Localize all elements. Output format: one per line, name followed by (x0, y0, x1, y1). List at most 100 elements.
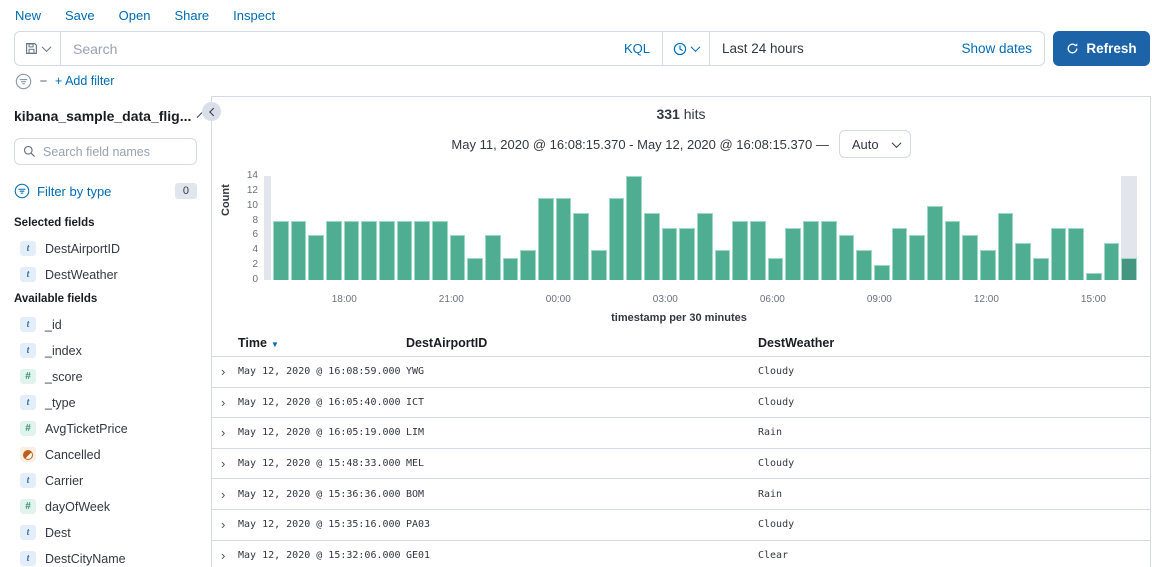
histogram-bar[interactable] (927, 206, 943, 280)
histogram-bar[interactable] (644, 213, 660, 280)
histogram-bar[interactable] (1104, 243, 1120, 280)
histogram-bar[interactable] (308, 235, 324, 280)
histogram-bar[interactable] (538, 198, 554, 280)
histogram-bar[interactable] (1051, 228, 1067, 280)
histogram-bar[interactable] (1068, 228, 1084, 280)
filter-by-type-button[interactable]: Filter by type 0 (14, 179, 197, 203)
menu-item-save[interactable]: Save (65, 8, 95, 23)
field-item-DestCityName[interactable]: tDestCityName (20, 551, 197, 566)
histogram-bar[interactable] (856, 250, 872, 280)
histogram-bar[interactable] (998, 213, 1014, 280)
kql-language-button[interactable]: KQL (616, 41, 650, 56)
histogram-bar[interactable] (892, 228, 908, 280)
histogram-bar[interactable] (273, 221, 289, 280)
fields-sidebar: kibana_sample_data_flig... Filter by typ… (0, 96, 211, 567)
histogram-bar[interactable] (573, 213, 589, 280)
field-item-_type[interactable]: t_type (20, 395, 197, 410)
menu-item-share[interactable]: Share (174, 8, 209, 23)
histogram-bar[interactable] (361, 221, 377, 280)
histogram-bar[interactable] (785, 228, 801, 280)
histogram-bar[interactable] (397, 221, 413, 280)
histogram-bar[interactable] (1121, 258, 1137, 280)
airport-cell: MEL (406, 458, 758, 469)
field-item-_index[interactable]: t_index (20, 343, 197, 358)
histogram-bar[interactable] (732, 221, 748, 280)
field-item-Dest[interactable]: tDest (20, 525, 197, 540)
histogram-bar[interactable] (414, 221, 430, 280)
histogram-bar[interactable] (803, 221, 819, 280)
index-pattern-switcher[interactable]: kibana_sample_data_flig... (14, 108, 197, 124)
field-item-DestAirportID[interactable]: tDestAirportID (20, 241, 197, 256)
menu-item-inspect[interactable]: Inspect (233, 8, 275, 23)
histogram-bar[interactable] (379, 221, 395, 280)
histogram-bar[interactable] (821, 221, 837, 280)
histogram-bar[interactable] (432, 221, 448, 280)
field-item-DestWeather[interactable]: tDestWeather (20, 267, 197, 282)
histogram-bar[interactable] (679, 228, 695, 280)
histogram-bar[interactable] (839, 235, 855, 280)
expand-row-icon[interactable]: › (212, 518, 238, 531)
histogram-bar[interactable] (291, 221, 307, 280)
histogram-bar[interactable] (662, 228, 678, 280)
histogram-bar[interactable] (520, 250, 536, 280)
histogram-bar[interactable] (626, 176, 642, 280)
search-input[interactable] (73, 41, 616, 57)
field-item-_id[interactable]: t_id (20, 317, 197, 332)
expand-row-icon[interactable]: › (212, 488, 238, 501)
show-dates-button[interactable]: Show dates (961, 41, 1044, 56)
field-item-Carrier[interactable]: tCarrier (20, 473, 197, 488)
refresh-button[interactable]: Refresh (1053, 31, 1150, 66)
histogram-bar[interactable] (591, 250, 607, 280)
field-item-_score[interactable]: #_score (20, 369, 197, 384)
histogram-bar[interactable] (874, 265, 890, 280)
histogram-bar[interactable] (503, 258, 519, 280)
histogram-bar[interactable] (945, 221, 961, 280)
collapse-sidebar-button[interactable] (202, 102, 221, 121)
time-range-value[interactable]: Last 24 hours (710, 41, 961, 56)
field-item-Cancelled[interactable]: Cancelled (20, 447, 197, 462)
histogram-bar[interactable] (909, 235, 925, 280)
menu-item-open[interactable]: Open (119, 8, 151, 23)
expand-row-icon[interactable]: › (212, 426, 238, 439)
field-search-input[interactable] (43, 145, 188, 159)
histogram-bar[interactable] (344, 221, 360, 280)
histogram-bar[interactable] (697, 213, 713, 280)
histogram-bar[interactable] (467, 258, 483, 280)
sort-desc-icon[interactable]: ▼ (271, 340, 279, 349)
histogram-bar[interactable] (750, 221, 766, 280)
field-name: AvgTicketPrice (45, 422, 128, 436)
histogram-bar[interactable] (326, 221, 342, 280)
y-tick-10: 10 (247, 200, 258, 211)
expand-row-icon[interactable]: › (212, 457, 238, 470)
expand-row-icon[interactable]: › (212, 549, 238, 562)
histogram-bar-slot (572, 176, 590, 280)
menu-item-new[interactable]: New (15, 8, 41, 23)
histogram-bar[interactable] (556, 198, 572, 280)
time-cell: May 12, 2020 @ 15:48:33.000 (238, 458, 406, 469)
histogram-bar[interactable] (768, 258, 784, 280)
histogram-bar[interactable] (450, 235, 466, 280)
histogram-bar[interactable] (1086, 273, 1102, 280)
histogram-bar-slot (926, 176, 944, 280)
expand-row-icon[interactable]: › (212, 396, 238, 409)
histogram-bar[interactable] (609, 198, 625, 280)
column-header-destweather[interactable]: DestWeather (758, 336, 1150, 350)
histogram-bar[interactable] (1033, 258, 1049, 280)
filter-set-icon[interactable] (15, 73, 32, 90)
histogram-bar[interactable] (962, 235, 978, 280)
column-header-destairportid[interactable]: DestAirportID (406, 336, 758, 350)
column-header-time[interactable]: Time▼ (238, 336, 406, 350)
histogram-bar[interactable] (1015, 243, 1031, 280)
saved-query-menu-button[interactable] (14, 31, 60, 66)
interval-select[interactable]: Auto (839, 130, 911, 158)
field-item-AvgTicketPrice[interactable]: #AvgTicketPrice (20, 421, 197, 436)
quick-select-time-button[interactable] (663, 32, 710, 65)
add-filter-button[interactable]: + Add filter (55, 74, 114, 88)
expand-row-icon[interactable]: › (212, 365, 238, 378)
histogram-bar[interactable] (980, 250, 996, 280)
index-pattern-name: kibana_sample_data_flig... (14, 108, 191, 124)
histogram-bar[interactable] (715, 250, 731, 280)
table-row: ›May 12, 2020 @ 16:05:40.000ICTCloudy (212, 388, 1150, 419)
histogram-bar[interactable] (485, 235, 501, 280)
field-item-dayOfWeek[interactable]: #dayOfWeek (20, 499, 197, 514)
